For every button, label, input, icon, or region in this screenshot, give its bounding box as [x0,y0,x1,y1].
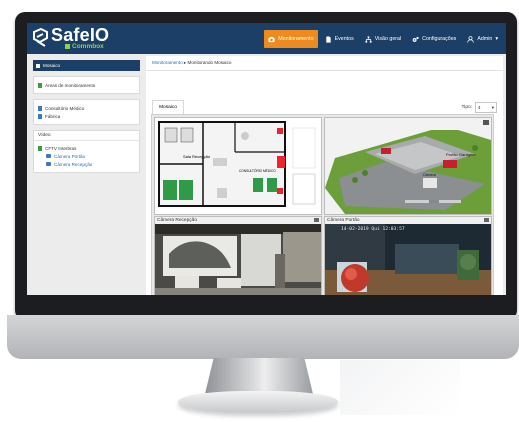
nav-configuracoes[interactable]: Configurações [408,30,460,48]
monitor-stand [205,358,313,394]
tipo-label: Tipo: [461,105,473,110]
user-icon [467,35,474,43]
sidebar-item-label: Câmera Recepção [54,161,93,167]
sidebar-item-label: Fábrica [45,113,61,119]
nav-monitoramento[interactable]: Monitoramento [264,30,318,48]
nav-menu: Monitoramento Eventos Visão geral Config… [264,30,502,48]
logo-subtitle: Commbox [65,43,104,50]
tipo-select[interactable]: 4 ▾ [475,102,497,113]
video-camera-icon [46,162,51,166]
tile-floorplan[interactable]: Sala Recepção CONSULTÓRIO MÉDICO [154,117,322,215]
sidebar-item-camera-portao[interactable]: Câmera Portão [38,152,135,160]
areas-panel: Áreas de monitoramento [33,76,140,94]
sidebar-item-fabrica[interactable]: Fábrica [38,112,135,120]
nav-admin[interactable]: Admin ▾ [463,30,502,48]
nav-label: Visão geral [374,36,402,42]
tile-title-text: Câmera Recepção [157,218,197,223]
building-icon [38,113,42,119]
sidebar-item-label: CFTV Interbras [45,145,77,151]
nav-eventos[interactable]: Eventos [321,30,358,48]
top-navbar: SafeIO Commbox Monitoramento Eventos Vis… [27,23,506,54]
sidebar-item-consultorio[interactable]: Consultório Médico [38,104,135,112]
sidebar-header[interactable]: Mosaico [33,60,140,71]
breadcrumb-separator: ▸ [183,60,187,65]
close-tile-icon[interactable] [483,120,489,125]
tile-camera-recepcao[interactable]: Câmera Recepção [154,216,322,295]
sidebar: Mosaico Áreas de monitoramento Consultór… [33,60,140,173]
breadcrumb: Monitoramento ▸ Monitorando Mosaico [152,60,231,66]
tipo-selector: Tipo: 4 ▾ [461,102,497,113]
camera-timestamp: 14-02-2019 Qui 12:03:57 [341,227,405,232]
video-panel-title: Vídeo [34,131,139,141]
screen: SafeIO Commbox Monitoramento Eventos Vis… [27,23,506,295]
floorplan-label-recepcao: Sala Recepção [183,154,211,159]
map-label-camera: Câmera [423,173,436,177]
map-label-portao: Portão Garagem [446,152,476,157]
chevron-down-icon: ▾ [495,36,498,42]
grid-icon [36,63,40,68]
folder-icon [38,82,42,88]
building-icon [38,105,42,111]
sidebar-header-label: Mosaico [43,63,61,68]
sidebar-item-label: Áreas de monitoramento [45,82,96,88]
document-icon [325,35,331,43]
tipo-value: 4 [478,105,481,110]
floorplan-image: Sala Recepção CONSULTÓRIO MÉDICO [155,118,321,214]
divider [146,70,503,71]
breadcrumb-current: Monitorando Mosaico [187,60,232,65]
sidebar-item-camera-recepcao[interactable]: Câmera Recepção [38,160,135,168]
nav-label: Admin [477,36,493,42]
breadcrumb-root[interactable]: Monitoramento [152,60,183,65]
camera-icon [268,36,275,42]
close-tile-icon[interactable] [484,218,489,222]
tile-3d-map[interactable]: Portão Garagem Câmera [324,117,492,215]
monitor-base [178,391,338,413]
floorplan-label-consultorio: CONSULTÓRIO MÉDICO [239,168,276,173]
nav-label: Eventos [334,36,354,42]
gears-icon [412,36,419,42]
sidebar-item-label: Consultório Médico [45,105,85,111]
factory-3d-map: Portão Garagem Câmera [325,118,491,214]
sitemap-icon [365,35,372,43]
tile-camera-portao[interactable]: Câmera Portão 14-02-2019 Qui 12:03:57 [324,216,492,295]
camera-feed-recepcao [155,224,321,295]
nav-label: Monitoramento [278,36,314,42]
tab-mosaico[interactable]: Mosaico [152,100,184,114]
sidebar-item-label: Câmera Portão [54,153,86,159]
sidebar-item-areas[interactable]: Áreas de monitoramento [38,81,135,89]
close-tile-icon[interactable] [314,218,319,222]
chevron-down-icon: ▾ [491,104,494,110]
main-content: Monitoramento ▸ Monitorando Mosaico Mosa… [146,56,503,295]
nav-label: Configurações [422,36,457,42]
camera-feed-portao [325,224,491,295]
nav-visao-geral[interactable]: Visão geral [361,30,405,48]
video-panel: Vídeo CFTV Interbras Câmera Portão Câmer… [33,130,140,173]
floor-reflection [340,360,460,415]
sidebar-item-cftv[interactable]: CFTV Interbras [38,144,135,152]
logo-mark-icon [33,28,48,47]
monitor-chin [7,315,519,359]
locations-panel: Consultório Médico Fábrica [33,99,140,125]
folder-icon [38,145,42,151]
tile-title-text: Câmera Portão [327,218,360,223]
mosaic-grid: Sala Recepção CONSULTÓRIO MÉDICO Portão … [151,114,494,295]
map-scrollbar[interactable] [429,200,439,203]
video-camera-icon [46,154,51,158]
